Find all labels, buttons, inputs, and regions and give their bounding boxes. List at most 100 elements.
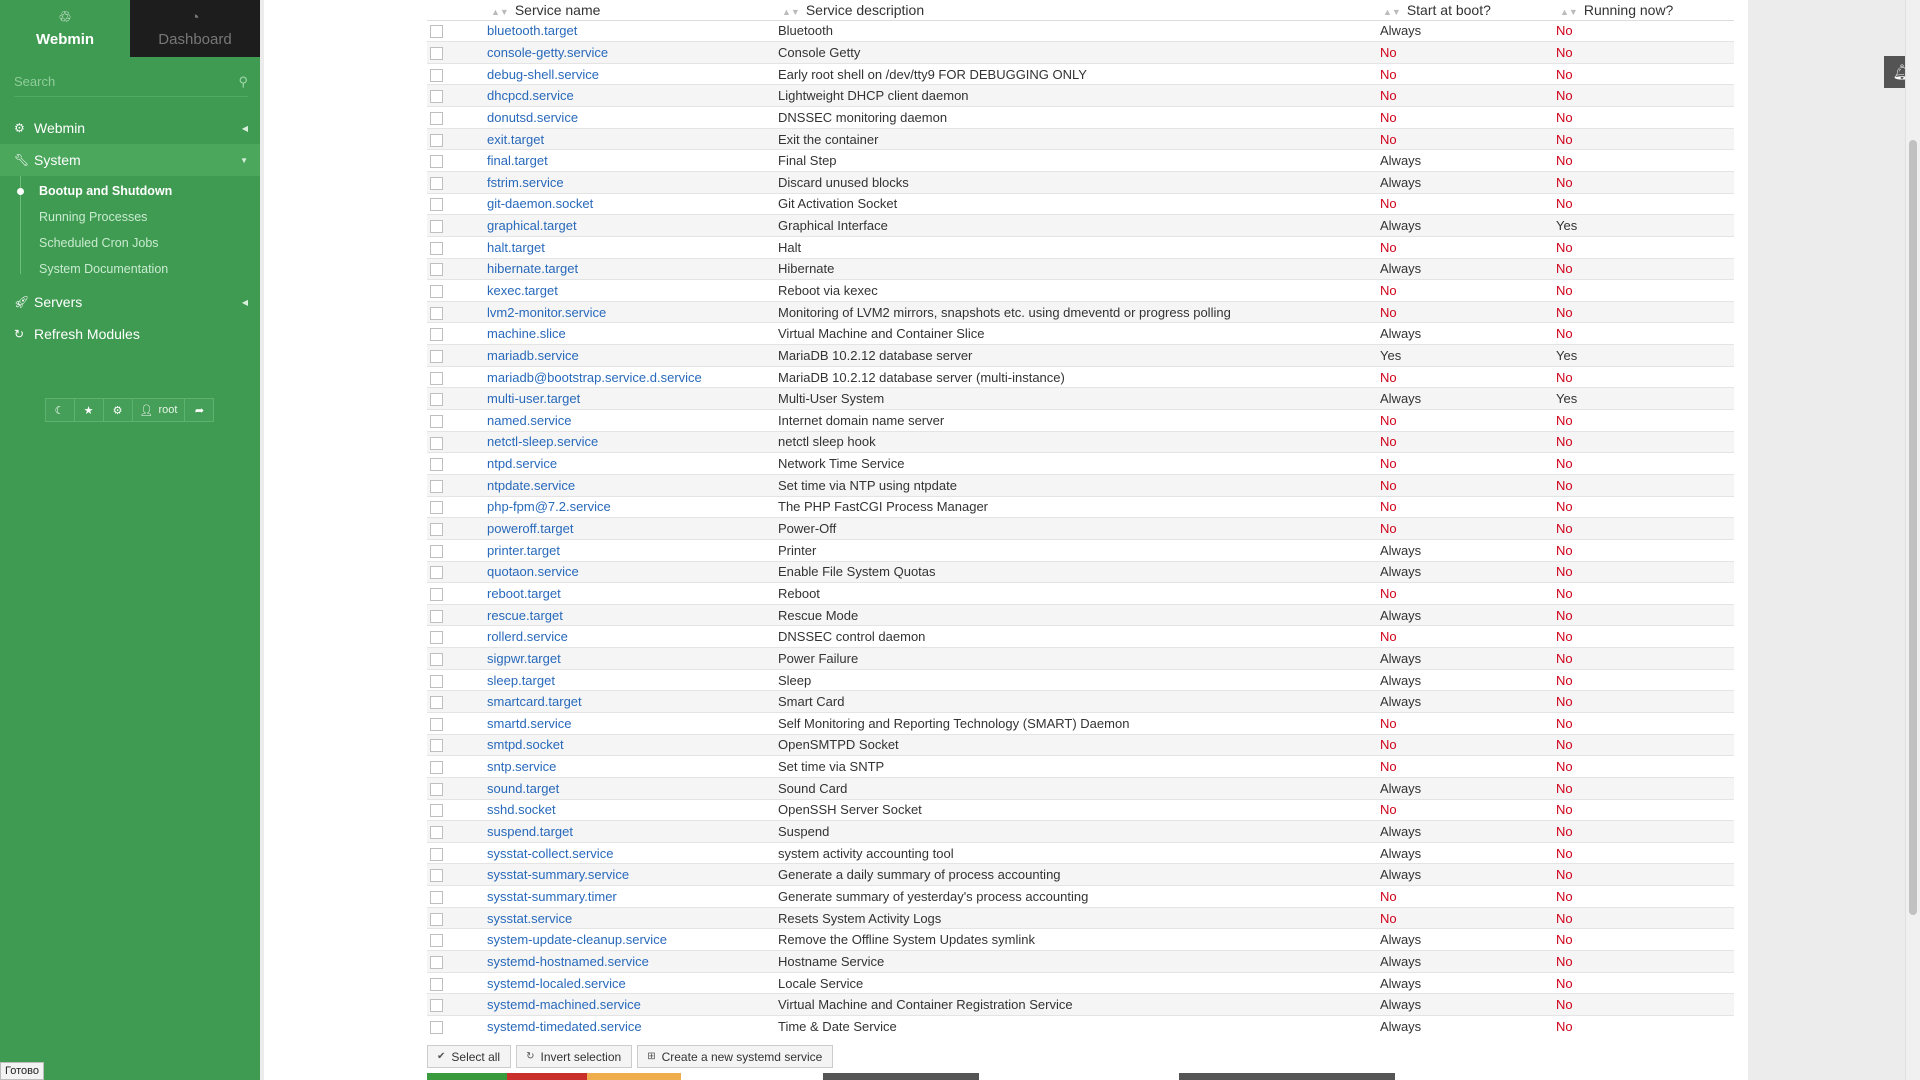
service-name-link[interactable]: kexec.target [487, 283, 558, 298]
sidebar-subitem-running-processes[interactable]: Running Processes [0, 204, 260, 230]
row-checkbox[interactable] [430, 90, 443, 104]
service-name-link[interactable]: rescue.target [487, 608, 563, 623]
tab-dashboard[interactable]: ◔ Dashboard [130, 0, 260, 57]
row-checkbox[interactable] [430, 133, 443, 147]
service-name-link[interactable]: systemd-localed.service [487, 976, 626, 991]
service-name-link[interactable]: rollerd.service [487, 629, 568, 644]
service-name-link[interactable]: console-getty.service [487, 45, 608, 60]
row-checkbox[interactable] [430, 1021, 443, 1035]
tab-webmin[interactable]: ♲ Webmin [0, 0, 130, 57]
row-checkbox[interactable] [430, 458, 443, 472]
theme-config-button[interactable]: ⚙ [102, 398, 133, 422]
service-name-link[interactable]: halt.target [487, 240, 545, 255]
sidebar-subitem-scheduled-cron-jobs[interactable]: Scheduled Cron Jobs [0, 230, 260, 256]
row-checkbox[interactable] [430, 955, 443, 969]
service-name-link[interactable]: hibernate.target [487, 261, 578, 276]
service-name-link[interactable]: final.target [487, 153, 548, 168]
row-checkbox[interactable] [430, 847, 443, 861]
sidebar-item-system[interactable]: 🔧︎ System ▼ [0, 144, 260, 176]
service-name-link[interactable]: poweroff.target [487, 521, 573, 536]
service-name-link[interactable]: mariadb.service [487, 348, 579, 363]
service-name-link[interactable]: php-fpm@7.2.service [487, 499, 611, 514]
sidebar-subitem-system-documentation[interactable]: System Documentation [0, 256, 260, 282]
start-button-edge[interactable] [427, 1073, 507, 1080]
row-checkbox[interactable] [430, 588, 443, 601]
sidebar-item-webmin[interactable]: ⚙ Webmin ◀ [0, 112, 260, 144]
row-checkbox[interactable] [430, 241, 443, 255]
service-name-link[interactable]: sound.target [487, 781, 559, 796]
row-checkbox[interactable] [430, 285, 443, 299]
row-checkbox[interactable] [430, 414, 443, 428]
service-name-link[interactable]: multi-user.target [487, 391, 580, 406]
service-name-link[interactable]: bluetooth.target [487, 23, 577, 38]
row-checkbox[interactable] [430, 25, 443, 39]
row-checkbox[interactable] [430, 566, 443, 580]
service-name-link[interactable]: smartcard.target [487, 694, 582, 709]
row-checkbox[interactable] [430, 68, 443, 82]
service-name-link[interactable]: debug-shell.service [487, 67, 599, 82]
row-checkbox[interactable] [430, 306, 443, 320]
service-name-link[interactable]: systemd-timedated.service [487, 1019, 642, 1034]
column-header-service-name[interactable]: ▲▼ Service name [487, 0, 778, 21]
scrollbar-thumb[interactable] [1909, 140, 1917, 915]
dark-button-edge[interactable] [823, 1073, 979, 1080]
select-all-button[interactable]: ✔ Select all [427, 1045, 512, 1068]
service-name-link[interactable]: sleep.target [487, 673, 555, 688]
row-checkbox[interactable] [430, 761, 443, 775]
service-name-link[interactable]: sysstat-summary.timer [487, 889, 617, 904]
row-checkbox[interactable] [430, 696, 443, 710]
button-edge[interactable] [979, 1073, 1179, 1080]
service-name-link[interactable]: ntpd.service [487, 456, 557, 471]
service-name-link[interactable]: sshd.socket [487, 802, 556, 817]
night-mode-button[interactable]: ☾ [44, 398, 75, 422]
service-name-link[interactable]: exit.target [487, 132, 544, 147]
restart-button-edge[interactable] [587, 1073, 681, 1080]
dark-button-edge[interactable] [1179, 1073, 1395, 1080]
service-name-link[interactable]: mariadb@bootstrap.service.d.service [487, 370, 702, 385]
row-checkbox[interactable] [430, 111, 443, 125]
row-checkbox[interactable] [430, 523, 443, 537]
stop-button-edge[interactable] [507, 1073, 587, 1080]
row-checkbox[interactable] [430, 328, 443, 342]
row-checkbox[interactable] [430, 826, 443, 840]
column-header-start-at-boot[interactable]: ▲▼ Start at boot? [1380, 0, 1556, 21]
row-checkbox[interactable] [430, 371, 443, 385]
row-checkbox[interactable] [430, 674, 443, 688]
service-name-link[interactable]: netctl-sleep.service [487, 434, 598, 449]
row-checkbox[interactable] [430, 977, 443, 991]
row-checkbox[interactable] [430, 198, 443, 212]
service-name-link[interactable]: dhcpcd.service [487, 88, 574, 103]
service-name-link[interactable]: sntp.service [487, 759, 556, 774]
row-checkbox[interactable] [430, 544, 443, 558]
service-name-link[interactable]: graphical.target [487, 218, 577, 233]
favorites-button[interactable]: ★ [73, 398, 104, 422]
service-name-link[interactable]: fstrim.service [487, 175, 564, 190]
row-checkbox[interactable] [430, 155, 443, 169]
column-header-service-description[interactable]: ▲▼ Service description [778, 0, 1380, 21]
service-name-link[interactable]: reboot.target [487, 586, 561, 601]
row-checkbox[interactable] [430, 501, 443, 515]
service-name-link[interactable]: ntpdate.service [487, 478, 575, 493]
service-name-link[interactable]: suspend.target [487, 824, 573, 839]
row-checkbox[interactable] [430, 912, 443, 926]
service-name-link[interactable]: smartd.service [487, 716, 572, 731]
row-checkbox[interactable] [430, 436, 443, 450]
service-name-link[interactable]: systemd-machined.service [487, 997, 641, 1012]
page-scrollbar[interactable] [1905, 0, 1920, 1080]
service-name-link[interactable]: system-update-cleanup.service [487, 932, 667, 947]
row-checkbox[interactable] [430, 349, 443, 363]
service-name-link[interactable]: systemd-hostnamed.service [487, 954, 649, 969]
service-name-link[interactable]: sysstat-summary.service [487, 867, 629, 882]
row-checkbox[interactable] [430, 609, 443, 623]
service-name-link[interactable]: quotaon.service [487, 564, 579, 579]
row-checkbox[interactable] [430, 890, 443, 904]
row-checkbox[interactable] [430, 263, 443, 277]
sidebar-subitem-bootup-shutdown[interactable]: Bootup and Shutdown [0, 178, 260, 204]
service-name-link[interactable]: smtpd.socket [487, 737, 564, 752]
invert-selection-button[interactable]: ↻ Invert selection [516, 1045, 633, 1068]
row-checkbox[interactable] [430, 804, 443, 818]
row-checkbox[interactable] [430, 46, 443, 60]
service-name-link[interactable]: named.service [487, 413, 572, 428]
create-systemd-service-button[interactable]: ⊞ Create a new systemd service [637, 1045, 834, 1068]
row-checkbox[interactable] [430, 631, 443, 645]
